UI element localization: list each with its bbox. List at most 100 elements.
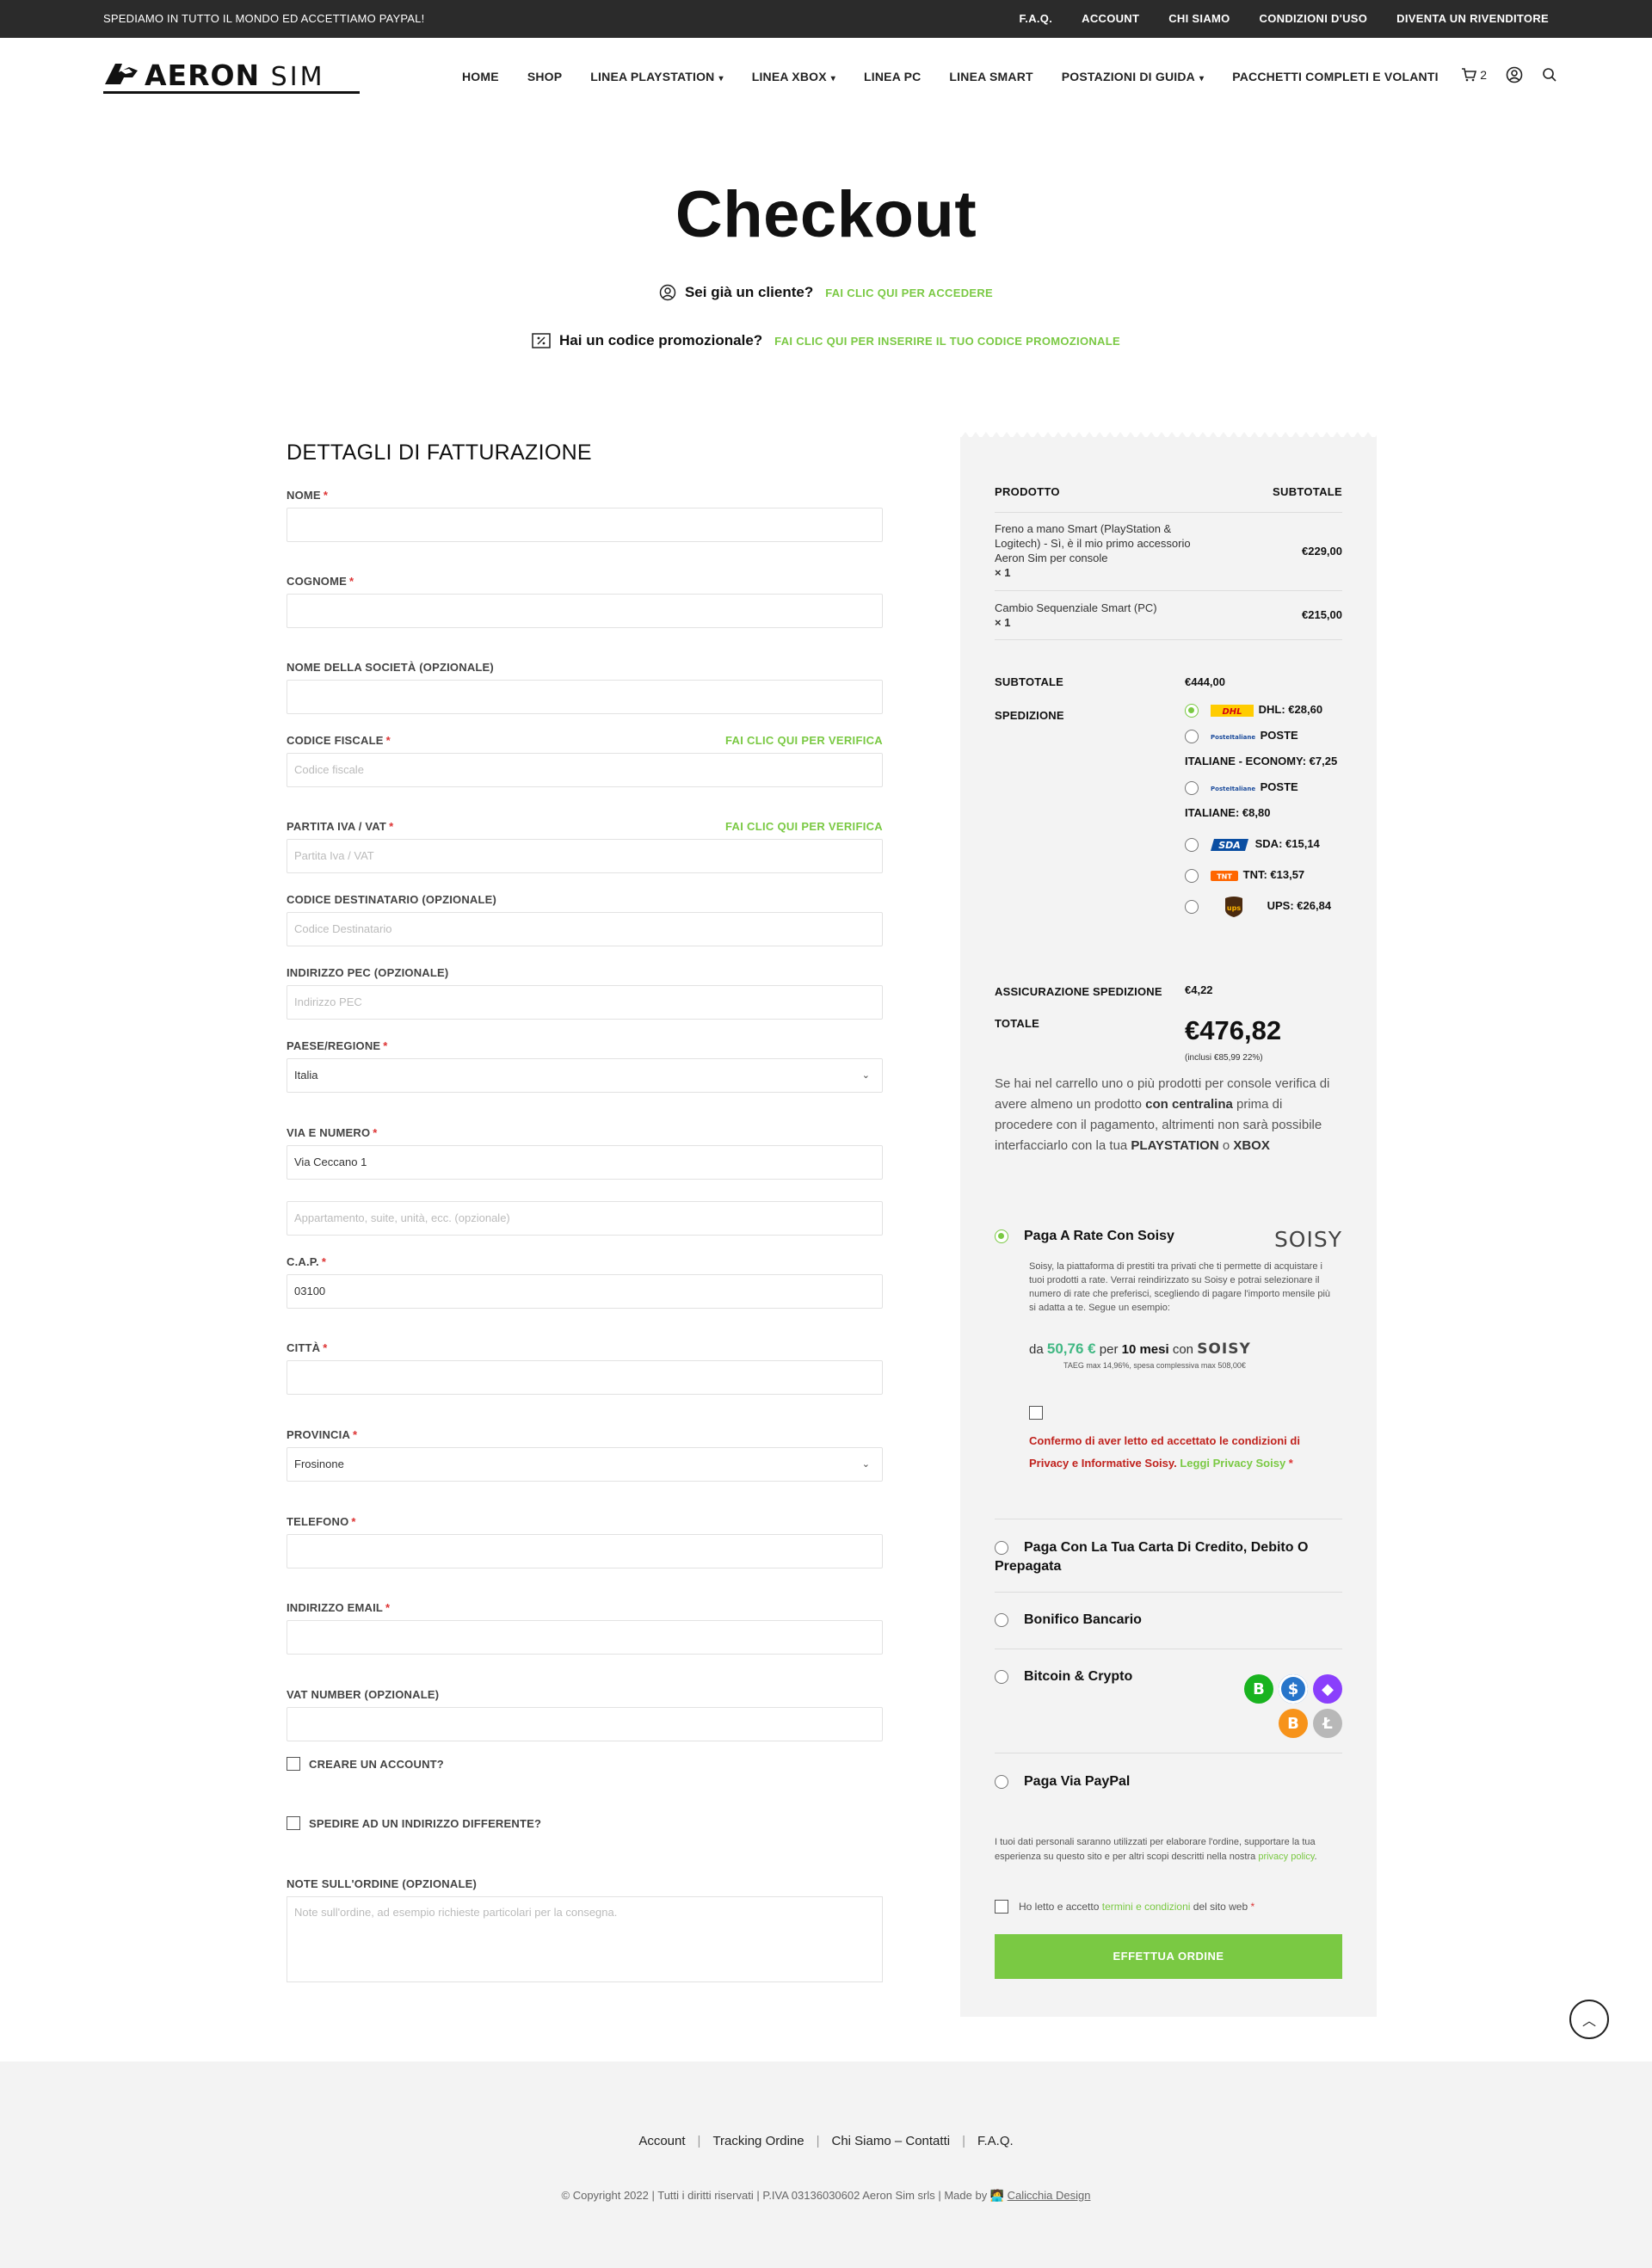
sda-logo: SDA	[1210, 838, 1248, 851]
telefono-label: TELEFONO	[287, 1515, 349, 1528]
ship-different-checkbox[interactable]: SPEDIRE AD UN INDIRIZZO DIFFERENTE?	[287, 1816, 541, 1830]
vat-input[interactable]	[287, 1707, 883, 1741]
coupon-icon	[532, 333, 551, 348]
dhl-logo: DHL	[1210, 704, 1254, 717]
top-link-condizioni[interactable]: CONDIZIONI D'USO	[1260, 12, 1368, 25]
cf-input[interactable]: Codice fiscale	[287, 753, 883, 787]
radio-icon	[1185, 780, 1199, 795]
chevron-down-icon: ▾	[830, 74, 835, 83]
order-notes-textarea[interactable]: Note sull'ordine, ad esempio richieste p…	[287, 1896, 883, 1982]
field-via: VIA E NUMERO * Via Ceccano 1	[287, 1126, 883, 1180]
nav-postazioni[interactable]: POSTAZIONI DI GUIDA ▾	[1062, 70, 1204, 83]
piva-input[interactable]: Partita Iva / VAT	[287, 839, 883, 873]
nome-input[interactable]	[287, 508, 883, 542]
top-link-chi-siamo[interactable]: CHI SIAMO	[1168, 12, 1230, 25]
payment-option-card[interactable]: Paga Con La Tua Carta Di Credito, Debito…	[995, 1538, 1342, 1576]
nav-home[interactable]: HOME	[462, 70, 499, 83]
shipping-option-poste[interactable]: PosteItaliane POSTE ITALIANE: €8,80	[1185, 774, 1342, 826]
nav-linea-pc[interactable]: LINEA PC	[864, 70, 921, 83]
shipping-option-dhl[interactable]: DHL DHL: €28,60	[1185, 697, 1342, 723]
nav-pacchetti[interactable]: PACCHETTI COMPLETI E VOLANTI	[1232, 70, 1438, 83]
cf-verify-link[interactable]: FAI CLIC QUI PER VERIFICA	[725, 734, 883, 747]
top-link-rivenditore[interactable]: DIVENTA UN RIVENDITORE	[1396, 12, 1549, 25]
cognome-input[interactable]	[287, 594, 883, 628]
dest-label: CODICE DESTINATARIO (OPZIONALE)	[287, 893, 497, 906]
privacy-policy-link[interactable]: privacy policy	[1258, 1852, 1314, 1862]
telefono-input[interactable]	[287, 1534, 883, 1568]
apartment-input[interactable]: Appartamento, suite, unità, ecc. (opzion…	[287, 1201, 883, 1236]
login-link[interactable]: FAI CLIC QUI PER ACCEDERE	[825, 287, 993, 299]
item-qty: × 1	[995, 566, 1011, 579]
subtotal-value: €444,00	[1185, 675, 1225, 688]
field-cap: C.A.P. * 03100	[287, 1255, 883, 1309]
email-input[interactable]	[287, 1620, 883, 1655]
soisy-privacy-link[interactable]: Leggi Privacy Soisy	[1180, 1457, 1285, 1470]
radio-icon	[995, 1774, 1008, 1789]
radio-icon	[1185, 868, 1199, 883]
terms-link[interactable]: termini e condizioni	[1102, 1901, 1191, 1913]
payment-option-soisy[interactable]: Paga A Rate Con Soisy	[995, 1227, 1174, 1246]
footer-links: Account | Tracking Ordine | Chi Siamo – …	[638, 2134, 1014, 2148]
nav-linea-smart[interactable]: LINEA SMART	[949, 70, 1032, 83]
item-name: Freno a mano Smart (PlayStation & Logite…	[995, 522, 1191, 564]
checkbox-icon	[995, 1900, 1008, 1914]
crypto-icons-row2: B Ł	[1279, 1709, 1342, 1738]
tax-note: (inclusi €85,99 22%)	[1185, 1053, 1263, 1063]
checkbox-icon	[287, 1816, 300, 1830]
via-input[interactable]: Via Ceccano 1	[287, 1145, 883, 1180]
back-to-top-button[interactable]: ︿	[1569, 2000, 1609, 2039]
paese-select[interactable]: Italia ⌄	[287, 1058, 883, 1093]
cart-icon	[1462, 68, 1477, 82]
bitcoin-icon: B	[1279, 1709, 1308, 1738]
chevron-down-icon: ▾	[1199, 74, 1205, 83]
societa-input[interactable]	[287, 680, 883, 714]
top-link-account[interactable]: ACCOUNT	[1082, 12, 1139, 25]
create-account-checkbox[interactable]: CREARE UN ACCOUNT?	[287, 1757, 444, 1771]
item-price: €229,00	[1302, 545, 1342, 558]
soisy-consent-checkbox[interactable]	[1029, 1406, 1043, 1420]
account-button[interactable]	[1506, 66, 1523, 83]
provincia-select[interactable]: Frosinone ⌄	[287, 1447, 883, 1482]
designer-avatar-icon: 🧑‍💻	[989, 2189, 1008, 2202]
citta-input[interactable]	[287, 1360, 883, 1395]
shipping-option-poste-economy[interactable]: PosteItaliane POSTE ITALIANE - ECONOMY: €…	[1185, 723, 1342, 774]
search-button[interactable]	[1542, 67, 1557, 83]
footer-link-tracking[interactable]: Tracking Ordine	[712, 2134, 804, 2148]
shipping-option-tnt[interactable]: TNT TNT: €13,57	[1185, 862, 1342, 888]
pec-input[interactable]: Indirizzo PEC	[287, 985, 883, 1020]
divider	[995, 1592, 1342, 1593]
dest-input[interactable]: Codice Destinatario	[287, 912, 883, 946]
insurance-value: €4,22	[1185, 983, 1213, 996]
cart-button[interactable]: 2	[1461, 68, 1487, 82]
shipping-option-ups[interactable]: ups UPS: €26,84	[1185, 893, 1342, 919]
shipping-label: SPEDIZIONE	[995, 709, 1064, 722]
footer-link-faq[interactable]: F.A.Q.	[977, 2134, 1014, 2148]
checkbox-icon	[287, 1757, 300, 1771]
societa-label: NOME DELLA SOCIETÀ (OPZIONALE)	[287, 661, 494, 674]
payment-option-paypal[interactable]: Paga Via PayPal	[995, 1772, 1130, 1791]
vat-label: VAT NUMBER (OPZIONALE)	[287, 1688, 440, 1701]
bitcoin-cash-icon: B	[1244, 1674, 1273, 1704]
designer-link[interactable]: Calicchia Design	[1008, 2189, 1091, 2202]
shipping-option-sda[interactable]: SDA SDA: €15,14	[1185, 831, 1342, 857]
piva-verify-link[interactable]: FAI CLIC QUI PER VERIFICA	[725, 820, 883, 833]
cap-input[interactable]: 03100	[287, 1274, 883, 1309]
nav-linea-playstation[interactable]: LINEA PLAYSTATION ▾	[590, 70, 723, 83]
user-icon	[659, 284, 676, 301]
footer-link-contacts[interactable]: Chi Siamo – Contatti	[832, 2134, 951, 2148]
radio-icon	[995, 1669, 1008, 1684]
top-link-faq[interactable]: F.A.Q.	[1020, 12, 1053, 25]
terms-checkbox[interactable]: Ho letto e accetto termini e condizioni …	[995, 1900, 1254, 1914]
aeron-logo-icon	[105, 64, 138, 84]
place-order-button[interactable]: EFFETTUA ORDINE	[995, 1934, 1342, 1979]
field-telefono: TELEFONO *	[287, 1515, 883, 1568]
site-logo[interactable]: AERON SIM	[103, 55, 361, 95]
coupon-link[interactable]: FAI CLIC QUI PER INSERIRE IL TUO CODICE …	[774, 335, 1120, 348]
footer-link-account[interactable]: Account	[638, 2134, 685, 2148]
payment-option-crypto[interactable]: Bitcoin & Crypto	[995, 1667, 1132, 1686]
top-bar: SPEDIAMO IN TUTTO IL MONDO ED ACCETTIAMO…	[0, 0, 1652, 38]
payment-option-bank-transfer[interactable]: Bonifico Bancario	[995, 1611, 1142, 1630]
nav-shop[interactable]: SHOP	[527, 70, 562, 83]
nav-linea-xbox[interactable]: LINEA XBOX ▾	[752, 70, 835, 83]
divider	[995, 639, 1342, 640]
